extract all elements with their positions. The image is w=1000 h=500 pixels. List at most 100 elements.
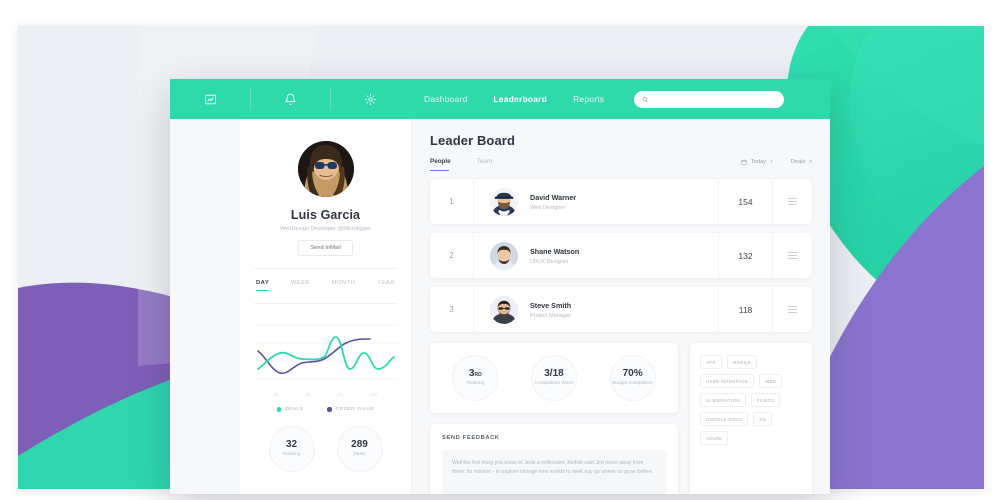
row-score: 132 xyxy=(718,233,772,278)
row-name: David Warner xyxy=(530,192,577,202)
tag-web[interactable]: WEB xyxy=(759,374,783,388)
tag-mobile[interactable]: MOBILE xyxy=(726,355,758,369)
summary-stats-card: 3RD Ranking 3/18 Competition Wons 70% Bu… xyxy=(430,343,678,413)
notification-bell-icon[interactable] xyxy=(250,79,330,119)
bottom-left-column: 3RD Ranking 3/18 Competition Wons 70% Bu… xyxy=(430,343,678,494)
row-rank: 3 xyxy=(430,287,474,332)
stat-value-competition-wons: 3/18 xyxy=(544,368,564,380)
row-menu-icon[interactable] xyxy=(772,179,812,224)
legend-dot-deals xyxy=(276,407,282,412)
tag-ui-migration[interactable]: UI MIGRATION xyxy=(700,393,746,407)
series-deals-line xyxy=(257,336,395,370)
table-row[interactable]: 1 David Warner Web Designer 154 xyxy=(430,179,812,224)
profile-name: Luis Garcia xyxy=(290,208,361,222)
inmail-wrap: Send InMail xyxy=(254,240,397,256)
leaderboard-toolbar: People Team Today ▾ Deals ▾ xyxy=(430,158,812,171)
row-name: Steve Smith xyxy=(530,300,572,310)
tag-user-interface[interactable]: USER INTERFACE xyxy=(700,374,755,388)
chevron-down-icon: ▾ xyxy=(809,158,812,165)
left-rail-spacer xyxy=(170,119,240,494)
stat-value-ranking-3rd: 3RD xyxy=(468,368,482,380)
hamburger-icon xyxy=(788,306,797,313)
chart-legend: DEALS ORDER VALUE xyxy=(254,407,397,412)
page-title: Leader Board xyxy=(430,133,516,148)
chart-xtick-3: 100 xyxy=(369,393,378,398)
stat-label-budget-completion: Budget Completion xyxy=(612,381,654,387)
stat-circle-ranking-3rd: 3RD Ranking xyxy=(452,355,499,401)
row-menu-icon[interactable] xyxy=(772,287,812,332)
period-tab-week[interactable]: WEEK xyxy=(291,280,310,291)
row-role: Project Manager xyxy=(530,312,572,319)
hamburger-icon xyxy=(788,252,797,259)
search-icon xyxy=(642,96,648,102)
chart-top-divider xyxy=(254,303,397,304)
tab-team[interactable]: Team xyxy=(477,158,492,171)
period-tab-month[interactable]: MONTH xyxy=(332,280,356,291)
row-info: David Warner Web Designer xyxy=(530,193,718,211)
tag-app[interactable]: APP xyxy=(700,355,722,369)
leaderboard-panel: Leader Board People Team Today ▾ Deals ▾… xyxy=(412,119,830,494)
tag-list: APP MOBILE USER INTERFACE WEB UI MIGRATI… xyxy=(700,355,802,445)
dashboard-chart-icon[interactable] xyxy=(170,79,250,119)
app-window: Dashboard Leaderboard Reports Luis Garci… xyxy=(170,79,830,494)
chart-xtick-1: 50 xyxy=(305,393,311,398)
stat-value-ranking: 32 xyxy=(285,439,298,451)
row-menu-icon[interactable] xyxy=(772,233,812,278)
stat-label-deals: Deals xyxy=(353,452,366,458)
table-row[interactable]: 3 Steve Smith Project Manager 118 xyxy=(430,287,812,332)
chart-svg xyxy=(254,324,398,380)
row-name: Shane Watson xyxy=(530,246,580,256)
nav-link-leaderboard[interactable]: Leaderboard xyxy=(493,94,547,104)
avatar xyxy=(490,187,518,216)
chart-x-axis: 25 50 75 100 xyxy=(254,393,397,398)
tag-google-docs[interactable]: GOOGLE DOCS xyxy=(700,412,749,426)
row-info: Shane Watson UI/UX Designer xyxy=(530,247,718,265)
feedback-textarea[interactable]: Well the first thing you know ol' Jeds a… xyxy=(442,450,666,494)
tag-flinto[interactable]: FLINTO xyxy=(750,393,781,407)
tags-card: APP MOBILE USER INTERFACE WEB UI MIGRATI… xyxy=(690,343,812,494)
period-tab-year[interactable]: YEAR xyxy=(377,280,395,291)
filter-deals-label: Deals xyxy=(790,158,806,165)
summary-stats: 3RD Ranking 3/18 Competition Wons 70% Bu… xyxy=(430,343,678,413)
tag-azure[interactable]: AZURE xyxy=(700,431,729,445)
screenshot-root: Dashboard Leaderboard Reports Luis Garci… xyxy=(0,0,1000,500)
stat-label-ranking: Ranking xyxy=(282,452,301,458)
stat-circle-competition-wons: 3/18 Competition Wons xyxy=(530,355,577,401)
search-input[interactable] xyxy=(653,94,777,104)
hamburger-icon xyxy=(788,198,797,205)
filter-deals[interactable]: Deals ▾ xyxy=(791,159,812,165)
profile-stat-circles: 32 Ranking 289 Deals xyxy=(254,426,397,472)
stat-value-budget-completion: 70% xyxy=(622,368,643,380)
send-feedback-card: SEND FEEDBACK Well the first thing you k… xyxy=(430,424,678,494)
row-score: 118 xyxy=(718,287,772,332)
legend-dot-order-value xyxy=(327,407,332,412)
row-rank: 2 xyxy=(430,233,474,278)
filter-today[interactable]: Today ▾ xyxy=(741,159,773,165)
row-role: UI/UX Designer xyxy=(530,258,569,265)
profile-role: WebDesign Developer @Microtigger xyxy=(280,226,371,232)
tag-xd[interactable]: XD xyxy=(753,412,772,426)
avatar-illustration xyxy=(297,141,354,197)
send-inmail-button[interactable]: Send InMail xyxy=(298,240,353,256)
chevron-down-icon: ▾ xyxy=(770,158,773,165)
legend-label-order-value: ORDER VALUE xyxy=(335,407,375,412)
avatar xyxy=(490,241,518,270)
bottom-section: 3RD Ranking 3/18 Competition Wons 70% Bu… xyxy=(430,343,812,494)
activity-line-chart xyxy=(254,313,398,391)
stat-value-deals: 289 xyxy=(351,439,368,451)
profile-avatar-wrap xyxy=(254,141,397,197)
period-tab-day[interactable]: DAY xyxy=(256,280,270,291)
nav-link-dashboard[interactable]: Dashboard xyxy=(424,94,467,104)
table-row[interactable]: 2 Shane Watson UI/UX Designer 132 xyxy=(430,233,812,278)
calendar-icon xyxy=(741,158,747,165)
settings-gear-icon[interactable] xyxy=(330,79,410,119)
tab-people[interactable]: People xyxy=(430,158,451,171)
stat-label-ranking-3rd: Ranking xyxy=(466,381,485,387)
stat-circle-ranking: 32 Ranking xyxy=(268,426,315,472)
row-role: Web Designer xyxy=(530,204,566,211)
avatar[interactable] xyxy=(297,141,354,197)
legend-item-order-value: ORDER VALUE xyxy=(327,407,374,412)
search-box[interactable] xyxy=(634,90,785,108)
nav-link-reports[interactable]: Reports xyxy=(573,94,604,104)
profile-panel: Luis Garcia WebDesign Developer @Microti… xyxy=(240,119,412,494)
